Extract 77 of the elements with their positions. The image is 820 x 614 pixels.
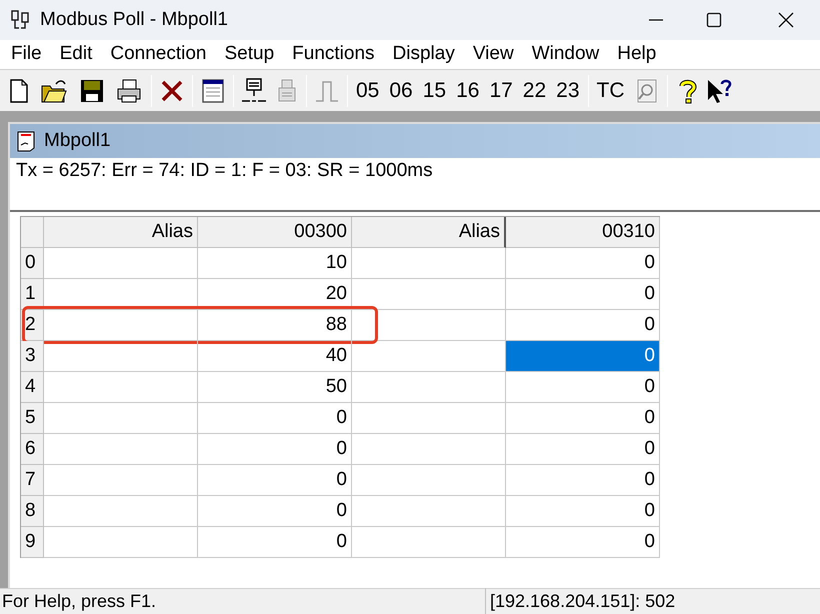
column-header[interactable]: 00300: [198, 217, 352, 248]
function-code-button[interactable]: 15: [418, 72, 452, 108]
value-cell[interactable]: 0: [506, 496, 660, 527]
value-cell[interactable]: 0: [198, 527, 352, 558]
alias-cell[interactable]: [44, 434, 198, 465]
row-header: 0: [21, 248, 44, 279]
value-cell[interactable]: 20: [198, 279, 352, 310]
value-cell[interactable]: 0: [506, 248, 660, 279]
window-title: Modbus Poll - Mbpoll1: [40, 8, 228, 32]
row-header: 4: [21, 372, 44, 403]
value-cell[interactable]: 0: [506, 341, 660, 372]
alias-cell[interactable]: [44, 248, 198, 279]
menu-item[interactable]: Window: [522, 40, 608, 69]
row-header: 3: [21, 341, 44, 372]
menu-item[interactable]: File: [2, 40, 51, 69]
value-cell[interactable]: 0: [506, 527, 660, 558]
alias-cell[interactable]: [352, 434, 506, 465]
menu-item[interactable]: Help: [608, 40, 666, 69]
column-header[interactable]: 00310: [506, 217, 660, 248]
menu-item[interactable]: Functions: [283, 40, 384, 69]
menu-item[interactable]: Connection: [101, 40, 216, 69]
corner-header: [21, 217, 44, 248]
value-cell[interactable]: 0: [198, 434, 352, 465]
value-cell[interactable]: 50: [198, 372, 352, 403]
row-header: 1: [21, 279, 44, 310]
alias-cell[interactable]: [44, 341, 198, 372]
poll-status-text: Tx = 6257: Err = 74: ID = 1: F = 03: SR = 1000ms: [16, 160, 433, 181]
status-help-text: For Help, press F1.: [1, 590, 158, 613]
child-window-title: Mbpoll1: [44, 128, 111, 153]
close-icon[interactable]: [778, 12, 794, 28]
alias-cell[interactable]: [352, 279, 506, 310]
alias-cell[interactable]: [44, 372, 198, 403]
menu-item[interactable]: Setup: [216, 40, 284, 69]
alias-cell[interactable]: [352, 465, 506, 496]
maximize-icon[interactable]: [706, 12, 722, 28]
menu-item[interactable]: Display: [384, 40, 464, 69]
value-cell[interactable]: 40: [198, 341, 352, 372]
row-header: 8: [21, 496, 44, 527]
alias-cell[interactable]: [352, 403, 506, 434]
column-header[interactable]: Alias: [352, 217, 506, 248]
value-cell[interactable]: 0: [198, 403, 352, 434]
value-cell[interactable]: 0: [506, 465, 660, 496]
function-code-button[interactable]: 05: [351, 72, 384, 108]
value-cell[interactable]: 88: [198, 310, 352, 341]
value-cell[interactable]: 0: [198, 465, 352, 496]
function-code-button[interactable]: 16: [451, 72, 484, 108]
alias-cell[interactable]: [352, 527, 506, 558]
function-code-button[interactable]: TC: [592, 72, 630, 108]
alias-cell[interactable]: [352, 310, 506, 341]
alias-cell[interactable]: [44, 465, 198, 496]
value-cell[interactable]: 0: [198, 496, 352, 527]
alias-cell[interactable]: [352, 248, 506, 279]
value-cell[interactable]: 0: [506, 403, 660, 434]
alias-cell[interactable]: [352, 496, 506, 527]
menu-item[interactable]: View: [464, 40, 523, 69]
row-header: 9: [21, 527, 44, 558]
alias-cell[interactable]: [352, 372, 506, 403]
value-cell[interactable]: 0: [506, 279, 660, 310]
menu-item[interactable]: Edit: [50, 40, 102, 69]
column-header[interactable]: Alias: [44, 217, 198, 248]
row-header: 5: [21, 403, 44, 434]
function-code-button[interactable]: 22: [518, 72, 552, 108]
value-cell[interactable]: 0: [506, 372, 660, 403]
function-code-button[interactable]: 23: [551, 72, 585, 108]
alias-cell[interactable]: [44, 496, 198, 527]
row-header: 6: [21, 434, 44, 465]
alias-cell[interactable]: [44, 403, 198, 434]
alias-cell[interactable]: [44, 527, 198, 558]
app-icon: [10, 9, 32, 31]
row-header: 7: [21, 465, 44, 496]
alias-cell[interactable]: [44, 279, 198, 310]
function-code-button[interactable]: 17: [484, 72, 518, 108]
function-code-button[interactable]: 06: [384, 72, 418, 108]
status-connection-text: [192.168.204.151]: 502: [485, 588, 795, 614]
value-cell[interactable]: 0: [506, 434, 660, 465]
alias-cell[interactable]: [44, 310, 198, 341]
value-cell[interactable]: 10: [198, 248, 352, 279]
